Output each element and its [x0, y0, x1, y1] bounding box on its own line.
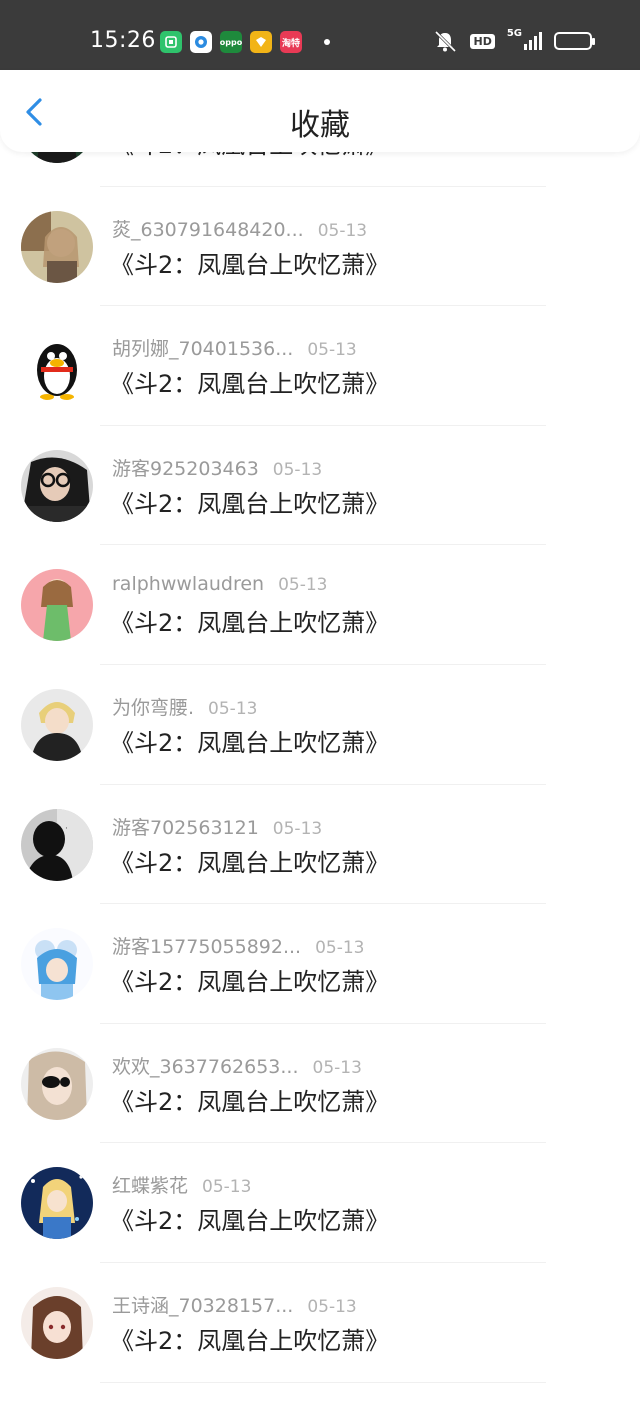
status-time: 15:26 [90, 28, 156, 53]
avatar-anime-blue[interactable] [21, 928, 93, 1001]
item-date: 05-13 [317, 220, 368, 241]
item-title: 《斗2：凤凰台上吹忆萧》 [110, 609, 390, 638]
item-meta: ralphwwlaudren 05-13 [112, 573, 327, 595]
favorite-item[interactable]: 游客925203463 05-13 《斗2：凤凰台上吹忆萧》 [0, 426, 640, 546]
item-date: 05-13 [278, 575, 328, 596]
network-type-label: 5G [506, 28, 522, 39]
item-meta: 游客702563121 05-13 [112, 813, 322, 840]
item-date: 05-13 [272, 459, 323, 480]
app-green-icon [160, 31, 182, 53]
favorite-item[interactable]: 游客152417532405-13 《斗2：凤凰台上吹忆萧》 [0, 152, 640, 187]
divider [100, 1381, 546, 1383]
item-date: 05-13 [312, 1057, 362, 1078]
app-yellow-icon [250, 31, 272, 53]
username: ralphwwlaudren [112, 573, 265, 596]
item-title: 《斗2：凤凰台上吹忆萧》 [110, 968, 390, 997]
item-title: 《斗2：凤凰台上吹忆萧》 [110, 1207, 390, 1236]
avatar-masked-figure[interactable] [21, 152, 93, 163]
item-title: 《斗2：凤凰台上吹忆萧》 [110, 152, 389, 160]
page-header: 收藏 [0, 70, 640, 152]
avatar-penguin[interactable] [21, 330, 93, 403]
system-icons: HD 5G [432, 28, 595, 52]
taobao-icon: 淘特 [280, 31, 302, 53]
item-date: 05-13 [315, 938, 365, 959]
item-meta: 为你弯腰. 05-13 [112, 693, 257, 720]
item-title: 《斗2：凤凰台上吹忆萧》 [110, 1087, 390, 1116]
favorite-item[interactable]: 游客15775055892... 05-13 《斗2：凤凰台上吹忆萧》 [0, 904, 640, 1024]
item-title: 《斗2：凤凰台上吹忆萧》 [110, 848, 390, 877]
avatar-anime-night[interactable] [21, 1167, 93, 1240]
avatar-anime-boy[interactable] [21, 688, 93, 761]
item-title: 《斗2：凤凰台上吹忆萧》 [110, 250, 390, 279]
item-title: 《斗2：凤凰台上吹忆萧》 [110, 489, 390, 518]
favorite-item[interactable]: · 游客702563121 05-13 《斗2：凤凰台上吹忆萧》 [0, 785, 640, 905]
username: 游客702563121 [112, 816, 259, 839]
favorite-item[interactable]: 王诗涵_70328157... 05-13 《斗2：凤凰台上吹忆萧》 [0, 1263, 640, 1383]
item-meta: 菼_630791648420... 05-13 [112, 215, 367, 242]
avatar-anime-girl[interactable] [21, 210, 93, 283]
username: 红蝶紫花 [112, 1175, 189, 1198]
item-date: 05-13 [307, 1296, 357, 1317]
favorite-item[interactable]: 红蝶紫花 05-13 《斗2：凤凰台上吹忆萧》 [0, 1143, 640, 1263]
item-date: 05-13 [272, 818, 323, 839]
username: 游客15775055892... [112, 936, 302, 959]
username: 菼_630791648420... [112, 218, 304, 241]
favorites-list[interactable]: 游客152417532405-13 《斗2：凤凰台上吹忆萧》 菼_6307916… [0, 152, 640, 1422]
item-date: 05-13 [208, 698, 258, 719]
item-date: 05-13 [202, 1177, 252, 1198]
username: 为你弯腰. [112, 696, 195, 719]
signal-icon: 5G [507, 28, 542, 50]
svg-text:·: · [65, 824, 68, 834]
favorite-item[interactable]: 菼_630791648420... 05-13 《斗2：凤凰台上吹忆萧》 [0, 187, 640, 307]
item-meta: 游客15775055892... 05-13 [112, 932, 365, 959]
notification-icons: oppo 淘特 [160, 31, 330, 53]
item-meta: 胡列娜_70401536... 05-13 [112, 334, 357, 361]
mute-bell-icon [435, 30, 457, 52]
item-meta: 欢欢_3637762653... 05-13 [112, 1052, 362, 1079]
item-meta: 红蝶紫花 05-13 [112, 1171, 251, 1198]
item-meta: 游客925203463 05-13 [112, 454, 322, 481]
favorite-item[interactable]: 胡列娜_70401536... 05-13 《斗2：凤凰台上吹忆萧》 [0, 306, 640, 426]
status-bar: 15:26 oppo 淘特 HD 5G [0, 0, 640, 70]
oppo-icon: oppo [220, 31, 242, 53]
avatar-girl-glasses[interactable] [21, 449, 93, 522]
app-blue-icon [190, 31, 212, 53]
more-notifications-dot [324, 39, 330, 45]
battery-icon [554, 32, 595, 50]
username: 胡列娜_70401536... [112, 338, 294, 361]
username: 欢欢_3637762653... [112, 1055, 299, 1078]
item-date: 05-13 [307, 340, 357, 361]
hd-voice-icon: HD [470, 33, 495, 49]
favorite-item[interactable]: 为你弯腰. 05-13 《斗2：凤凰台上吹忆萧》 [0, 665, 640, 785]
favorite-item[interactable]: ralphwwlaudren 05-13 《斗2：凤凰台上吹忆萧》 [0, 545, 640, 665]
favorite-item[interactable]: 欢欢_3637762653... 05-13 《斗2：凤凰台上吹忆萧》 [0, 1024, 640, 1144]
avatar-anime-brown-hair[interactable] [21, 1286, 93, 1359]
item-title: 《斗2：凤凰台上吹忆萧》 [110, 728, 390, 757]
page-title: 收藏 [290, 108, 350, 143]
avatar-cartoon-girl-pink[interactable] [21, 569, 93, 642]
username: 王诗涵_70328157... [112, 1294, 294, 1317]
item-meta: 王诗涵_70328157... 05-13 [112, 1291, 357, 1318]
avatar-girl-sunglasses[interactable] [21, 1047, 93, 1120]
avatar-dark-silhouette[interactable]: · [21, 808, 93, 881]
item-title: 《斗2：凤凰台上吹忆萧》 [110, 370, 390, 399]
item-title: 《斗2：凤凰台上吹忆萧》 [110, 1326, 390, 1355]
username: 游客925203463 [112, 457, 259, 480]
